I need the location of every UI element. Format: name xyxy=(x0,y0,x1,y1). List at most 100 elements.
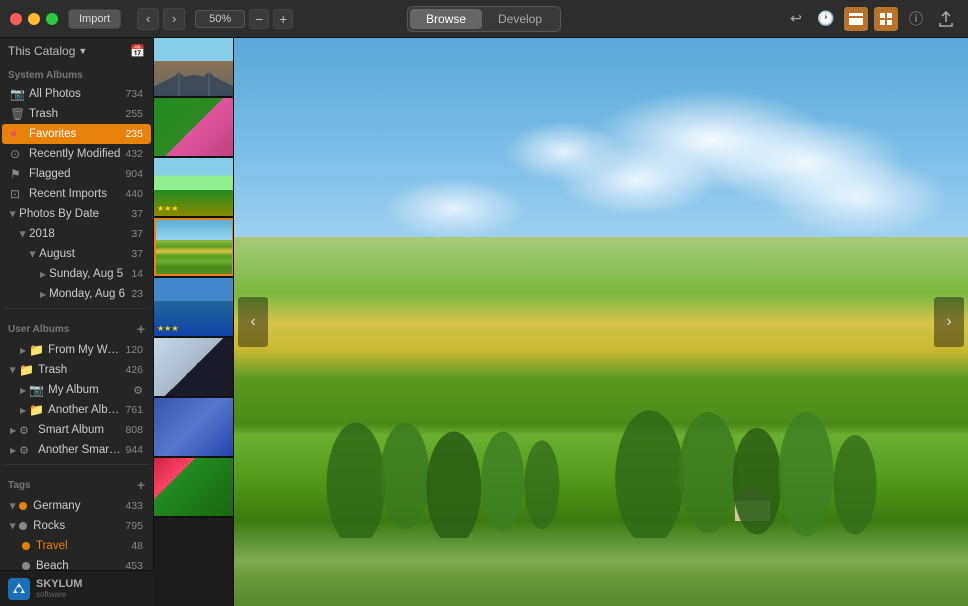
thumbnail-bird[interactable] xyxy=(154,338,234,398)
all-photos-label: All Photos xyxy=(29,88,121,100)
another-album-label: Another Album xyxy=(48,404,121,416)
skylum-logo xyxy=(8,578,30,600)
skylum-name: SKYLUM xyxy=(36,578,82,590)
calendar-icon: 📅 xyxy=(130,44,145,58)
sidebar-item-another-smart[interactable]: ▶ ⚙ Another Smart A... 944 xyxy=(2,440,151,460)
sidebar-item-sunday-aug5[interactable]: ▶ Sunday, Aug 5 14 xyxy=(2,264,151,284)
main-viewer: ‹ › xyxy=(234,38,968,606)
travel-count: 48 xyxy=(131,540,143,552)
zoom-out-button[interactable]: − xyxy=(249,9,269,29)
skylum-text-block: SKYLUM software xyxy=(36,578,82,599)
sidebar-item-all-photos[interactable]: 📷 All Photos 734 xyxy=(2,84,151,104)
another-album-count: 761 xyxy=(125,404,143,416)
recently-modified-icon: ⊙ xyxy=(10,147,24,161)
forward-button[interactable]: › xyxy=(163,8,185,30)
thumbnail-feather[interactable] xyxy=(154,398,234,458)
zoom-in-button[interactable]: + xyxy=(273,9,293,29)
tab-develop[interactable]: Develop xyxy=(482,9,558,29)
sidebar-item-recently-modified[interactable]: ⊙ Recently Modified 432 xyxy=(2,144,151,164)
another-album-triangle: ▶ xyxy=(20,406,26,415)
another-smart-label: Another Smart A... xyxy=(38,444,121,456)
viewer-next-button[interactable]: › xyxy=(934,297,964,347)
another-smart-triangle: ▶ xyxy=(10,446,16,455)
thumbnail-brooklyn[interactable] xyxy=(154,38,234,98)
tag-item-germany[interactable]: ▶ Germany 433 xyxy=(2,496,151,516)
thumbnail-landscape[interactable] xyxy=(154,218,234,278)
travel-label: Travel xyxy=(36,540,131,552)
add-album-icon[interactable]: + xyxy=(137,321,145,337)
trash-system-label: Trash xyxy=(29,108,121,120)
skylum-bar: SKYLUM software xyxy=(0,570,154,606)
sidebar-item-another-album[interactable]: ▶ 📁 Another Album 761 xyxy=(2,400,151,420)
sidebar-item-my-album[interactable]: ▶ 📷 My Album ⚙ xyxy=(2,380,151,400)
viewer-prev-button[interactable]: ‹ xyxy=(238,297,268,347)
sidebar-item-favorites[interactable]: ♥ Favorites 235 xyxy=(2,124,151,144)
tag-item-travel[interactable]: Travel 48 xyxy=(2,536,151,556)
tag-item-rocks[interactable]: ▶ Rocks 795 xyxy=(2,516,151,536)
smart-album-icon: ⚙ xyxy=(19,424,33,437)
skylum-sub: software xyxy=(36,590,82,599)
germany-triangle: ▶ xyxy=(9,503,18,509)
from-my-work-triangle: ▶ xyxy=(20,346,26,355)
sidebar-item-photos-by-date[interactable]: ▶ Photos By Date 37 xyxy=(2,204,151,224)
monday-triangle: ▶ xyxy=(40,290,46,299)
sidebar-item-recent-imports[interactable]: ⊡ Recent Imports 440 xyxy=(2,184,151,204)
main-image xyxy=(234,38,968,606)
layout-grid-button[interactable] xyxy=(874,7,898,31)
another-smart-icon: ⚙ xyxy=(19,444,33,457)
sidebar-item-trash-system[interactable]: 🗑 Trash 255 xyxy=(2,104,151,124)
house-body xyxy=(735,501,770,521)
fullscreen-button[interactable] xyxy=(46,13,58,25)
sidebar-item-monday-aug6[interactable]: ▶ Monday, Aug 6 23 xyxy=(2,284,151,304)
august-triangle: ▶ xyxy=(29,251,38,257)
minimize-button[interactable] xyxy=(28,13,40,25)
thumbnail-roses[interactable] xyxy=(154,458,234,518)
my-album-label: My Album xyxy=(48,384,130,396)
my-album-gear-icon[interactable]: ⚙ xyxy=(133,384,143,397)
layout-strip-button[interactable] xyxy=(844,7,868,31)
sidebar-item-2018[interactable]: ▶ 2018 37 xyxy=(2,224,151,244)
catalog-selector[interactable]: This Catalog ▼ xyxy=(8,44,87,58)
recent-imports-count: 440 xyxy=(125,188,143,200)
sidebar-item-from-my-work[interactable]: ▶ 📁 From My Work 120 xyxy=(2,340,151,360)
zoom-display: 50% xyxy=(195,10,245,28)
tab-browse[interactable]: Browse xyxy=(410,9,482,29)
thumbnail-flowers[interactable] xyxy=(154,98,234,158)
photos-by-date-count: 37 xyxy=(131,208,143,220)
history-button[interactable]: 🕐 xyxy=(814,7,838,31)
thumbnail-boat[interactable]: ★★★ xyxy=(154,278,234,338)
favorites-count: 235 xyxy=(125,128,143,140)
august-label: August xyxy=(39,248,127,260)
sidebar-item-trash-album[interactable]: ▶ 📁 Trash 426 xyxy=(2,360,151,380)
info-button[interactable]: ⓘ xyxy=(904,7,928,31)
titlebar: Import ‹ › 50% − + Browse Develop ↩ 🕐 ⓘ xyxy=(0,0,968,38)
view-tabs: Browse Develop xyxy=(407,6,561,32)
sidebar: This Catalog ▼ 📅 System Albums 📷 All Pho… xyxy=(0,38,154,606)
my-album-triangle: ▶ xyxy=(20,386,26,395)
flagged-label: Flagged xyxy=(29,168,121,180)
back-button[interactable]: ‹ xyxy=(137,8,159,30)
2018-triangle: ▶ xyxy=(19,231,28,237)
flagged-icon: ⚑ xyxy=(10,167,24,181)
rocks-triangle: ▶ xyxy=(9,523,18,529)
share-button[interactable] xyxy=(934,7,958,31)
germany-dot xyxy=(19,502,27,510)
undo-button[interactable]: ↩ xyxy=(784,7,808,31)
import-button[interactable]: Import xyxy=(68,9,121,29)
thumbnail-fields1[interactable]: ★★★ xyxy=(154,158,234,218)
close-button[interactable] xyxy=(10,13,22,25)
trash-album-icon: 📁 xyxy=(19,363,33,377)
add-tag-icon[interactable]: + xyxy=(137,477,145,493)
rocks-count: 795 xyxy=(125,520,143,532)
photos-by-date-label: Photos By Date xyxy=(19,208,127,220)
house-roof xyxy=(733,486,773,501)
sidebar-item-august[interactable]: ▶ August 37 xyxy=(2,244,151,264)
zoom-control: 50% − + xyxy=(195,9,293,29)
sidebar-item-flagged[interactable]: ⚑ Flagged 904 xyxy=(2,164,151,184)
beach-dot xyxy=(22,562,30,570)
thumb-fields1-stars: ★★★ xyxy=(157,204,179,213)
sidebar-item-smart-album[interactable]: ▶ ⚙ Smart Album 808 xyxy=(2,420,151,440)
trash-system-icon: 🗑 xyxy=(10,107,24,121)
divider-user-albums xyxy=(4,308,149,309)
trash-system-count: 255 xyxy=(125,108,143,120)
